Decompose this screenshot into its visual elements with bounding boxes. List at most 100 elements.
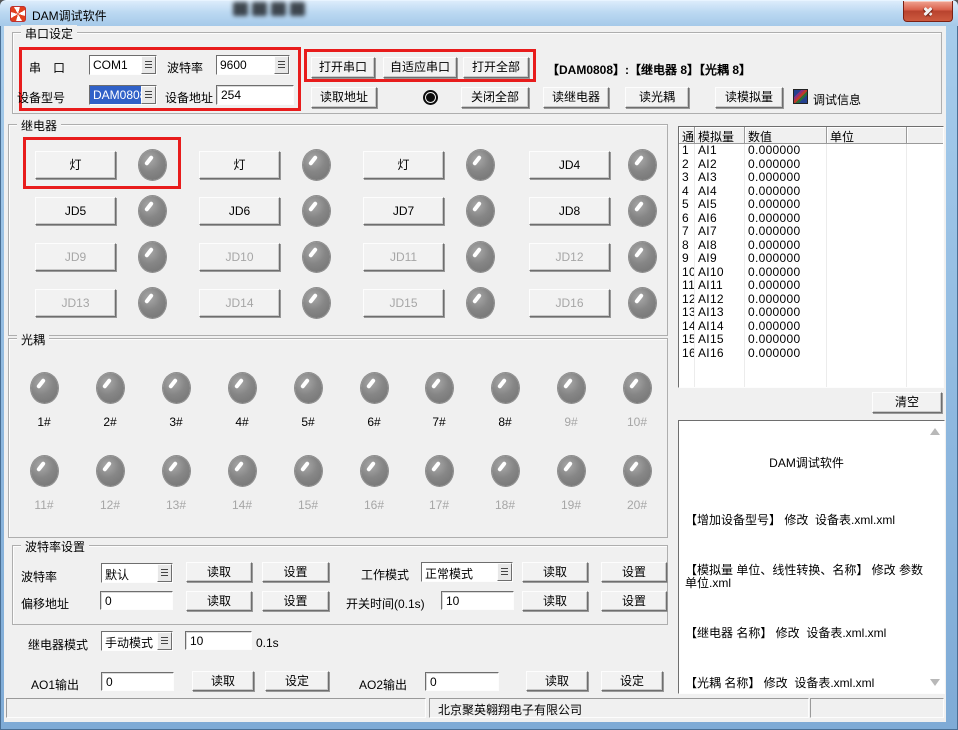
ao1-read-button[interactable]: 读取 <box>192 671 254 691</box>
table-row[interactable]: 4AI40.000000 <box>679 185 943 199</box>
port-dropdown-icon[interactable] <box>141 56 156 74</box>
offset-input[interactable]: 0 <box>100 591 173 610</box>
table-row[interactable]: 10AI100.000000 <box>679 266 943 280</box>
col-analog[interactable]: 模拟量 <box>695 127 745 144</box>
relay-button-6[interactable]: JD6 <box>199 197 280 225</box>
col-unit[interactable]: 单位 <box>827 127 907 144</box>
open-serial-button[interactable]: 打开串口 <box>311 57 375 78</box>
col-channel[interactable]: 通 <box>679 127 695 144</box>
table-row[interactable]: 5AI50.000000 <box>679 198 943 212</box>
table-row[interactable]: 9AI90.000000 <box>679 252 943 266</box>
open-all-button[interactable]: 打开全部 <box>463 57 529 78</box>
workmode-value[interactable]: 正常模式 <box>422 563 497 581</box>
model-combobox[interactable]: DAM0808 <box>89 85 157 105</box>
table-row[interactable]: 3AI30.000000 <box>679 171 943 185</box>
table-row[interactable]: 6AI60.000000 <box>679 212 943 226</box>
scroll-down-icon[interactable] <box>930 679 940 686</box>
addr-input[interactable]: 254 <box>216 85 294 105</box>
opto-label-8: 8# <box>481 415 529 429</box>
opto-label-4: 4# <box>218 415 266 429</box>
baudrate-combobox[interactable]: 默认 <box>101 563 173 583</box>
switchtime-read-button[interactable]: 读取 <box>522 591 588 611</box>
opto-label-14: 14# <box>218 498 266 512</box>
relay-led-12 <box>629 242 656 272</box>
opto-led-6 <box>361 373 388 403</box>
table-row[interactable]: 15AI150.000000 <box>679 333 943 347</box>
offset-set-button[interactable]: 设置 <box>262 591 329 611</box>
opto-label-16: 16# <box>350 498 398 512</box>
table-row[interactable]: 1AI10.000000 <box>679 144 943 158</box>
debug-info-icon <box>793 89 808 104</box>
relay-button-9: JD9 <box>35 243 116 271</box>
port-value[interactable]: COM1 <box>90 56 141 74</box>
relay-button-8[interactable]: JD8 <box>529 197 610 225</box>
read-opto-button[interactable]: 读光耦 <box>625 87 689 108</box>
table-row-empty <box>679 360 943 374</box>
offset-read-button[interactable]: 读取 <box>186 591 252 611</box>
workmode-dropdown-icon[interactable] <box>497 563 512 581</box>
table-row[interactable]: 13AI130.000000 <box>679 306 943 320</box>
workmode-combobox[interactable]: 正常模式 <box>421 562 513 582</box>
statusbar-segment-left <box>6 698 426 718</box>
relay-button-10: JD10 <box>199 243 280 271</box>
clear-button[interactable]: 清空 <box>872 392 942 413</box>
ao2-set-button[interactable]: 设定 <box>601 671 663 691</box>
relay-button-1[interactable]: 灯 <box>35 151 116 179</box>
relaymode-label: 继电器模式 <box>28 636 88 653</box>
opto-led-14 <box>229 456 256 486</box>
read-address-button[interactable]: 读取地址 <box>311 87 377 108</box>
statusbar-company: 北京聚英翱翔电子有限公司 <box>429 698 809 718</box>
relay-button-4[interactable]: JD4 <box>529 151 610 179</box>
col-value[interactable]: 数值 <box>745 127 827 144</box>
close-button[interactable] <box>903 1 953 22</box>
port-combobox[interactable]: COM1 <box>89 55 157 75</box>
baud-value[interactable]: 9600 <box>217 56 274 74</box>
table-row-empty <box>679 374 943 388</box>
read-analog-button[interactable]: 读模拟量 <box>715 87 783 108</box>
opto-label-1: 1# <box>20 415 68 429</box>
relaymode-time-input[interactable]: 10 <box>185 631 252 650</box>
relay-button-7[interactable]: JD7 <box>363 197 444 225</box>
baud-combobox[interactable]: 9600 <box>216 55 290 75</box>
table-row[interactable]: 12AI120.000000 <box>679 293 943 307</box>
relaymode-dropdown-icon[interactable] <box>157 632 172 650</box>
relaymode-combobox[interactable]: 手动模式 <box>101 631 173 651</box>
relaymode-value[interactable]: 手动模式 <box>102 632 157 650</box>
table-row[interactable]: 14AI140.000000 <box>679 320 943 334</box>
relay-button-3[interactable]: 灯 <box>363 151 444 179</box>
switchtime-input[interactable]: 10 <box>441 591 514 610</box>
table-row[interactable]: 2AI20.000000 <box>679 158 943 172</box>
opto-led-18 <box>492 456 519 486</box>
table-row[interactable]: 11AI110.000000 <box>679 279 943 293</box>
read-relay-button[interactable]: 读继电器 <box>543 87 609 108</box>
baudrate-dropdown-icon[interactable] <box>157 564 172 582</box>
workmode-read-button[interactable]: 读取 <box>522 562 588 582</box>
ao1-set-button[interactable]: 设定 <box>265 671 329 691</box>
model-value[interactable]: DAM0808 <box>90 86 141 104</box>
workmode-label: 工作模式 <box>361 566 409 583</box>
baudrate-value[interactable]: 默认 <box>102 564 157 582</box>
auto-serial-button[interactable]: 自适应串口 <box>383 57 457 78</box>
model-dropdown-icon[interactable] <box>141 86 156 104</box>
col-extra[interactable] <box>907 127 943 144</box>
workmode-set-button[interactable]: 设置 <box>601 562 667 582</box>
ao2-input[interactable]: 0 <box>425 672 499 691</box>
baud-dropdown-icon[interactable] <box>274 56 289 74</box>
relay-button-16: JD16 <box>529 289 610 317</box>
table-row[interactable]: 16AI160.000000 <box>679 347 943 361</box>
relay-button-5[interactable]: JD5 <box>35 197 116 225</box>
ao2-read-button[interactable]: 读取 <box>526 671 588 691</box>
switchtime-set-button[interactable]: 设置 <box>601 591 667 611</box>
table-row[interactable]: 7AI70.000000 <box>679 225 943 239</box>
relay-led-7 <box>467 196 494 226</box>
baudrate-set-button[interactable]: 设置 <box>262 562 329 582</box>
baudrate-read-button[interactable]: 读取 <box>186 562 252 582</box>
ao1-input[interactable]: 0 <box>101 672 174 691</box>
relay-button-2[interactable]: 灯 <box>199 151 280 179</box>
ao1-label: AO1输出 <box>31 676 79 693</box>
opto-label-17: 17# <box>415 498 463 512</box>
scroll-up-icon[interactable] <box>930 428 940 435</box>
table-row[interactable]: 8AI80.000000 <box>679 239 943 253</box>
close-all-button[interactable]: 关闭全部 <box>461 87 529 108</box>
opto-led-12 <box>97 456 124 486</box>
